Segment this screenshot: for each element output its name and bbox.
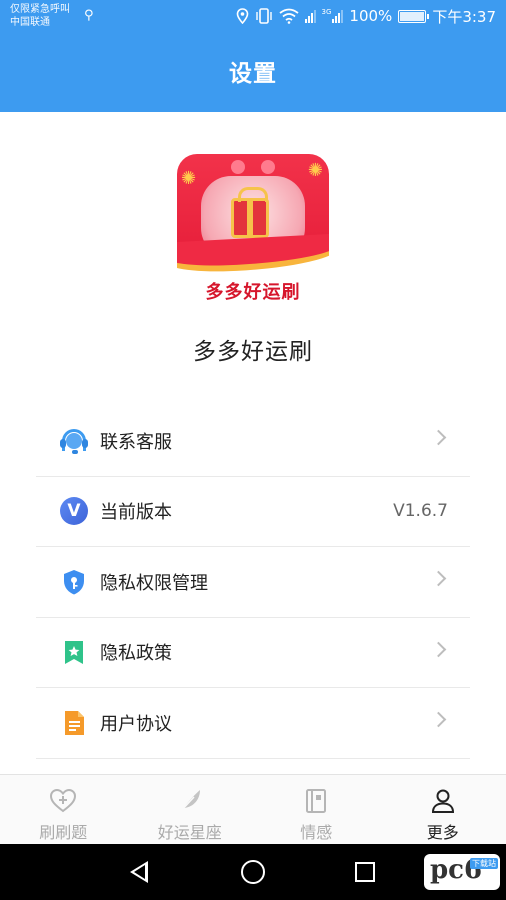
menu-item-label: 联系客服 — [100, 431, 172, 453]
signal-icon-1 — [304, 9, 316, 23]
carrier-info: 仅限紧急呼叫 中国联通 — [10, 3, 70, 29]
shield-icon — [60, 568, 88, 596]
status-right: 3G 100% 下午3:37 — [236, 5, 496, 27]
status-bar: 仅限紧急呼叫 中国联通 ⚲ 3G 100% 下午3:37 — [0, 0, 506, 34]
tab-label: 刷刷题 — [39, 823, 88, 842]
watermark-logo: pc6 下载站 — [424, 854, 500, 890]
app-name: 多多好运刷 — [193, 339, 313, 365]
tab-more[interactable]: 更多 — [380, 775, 506, 844]
watermark-sub: 下载站 — [470, 858, 498, 869]
menu-item-customer-service[interactable]: 联系客服 — [36, 406, 470, 477]
battery-percent: 100% — [349, 7, 393, 25]
menu-item-version[interactable]: V 当前版本 V1.6.7 — [36, 477, 470, 547]
header-bar: 仅限紧急呼叫 中国联通 ⚲ 3G 100% 下午3:37 设置 — [0, 0, 506, 112]
heart-plus-icon — [49, 787, 77, 815]
settings-list: 联系客服 V 当前版本 V1.6.7 隐私权限管理 隐私政策 用户协议 — [36, 406, 470, 759]
menu-item-label: 隐私权限管理 — [100, 572, 208, 594]
carrier-line-2: 中国联通 — [10, 17, 50, 28]
page-title: 设置 — [229, 61, 277, 87]
logo-ribbon — [177, 233, 329, 269]
chevron-right-icon — [430, 641, 447, 657]
bottom-tab-bar: 刷刷题 好运星座 情感 更多 — [0, 774, 506, 844]
gift-icon — [231, 187, 269, 238]
firework-icon: ✺ — [181, 168, 197, 189]
tab-horoscope[interactable]: 好运星座 — [127, 775, 254, 844]
signal-icon-2: 3G — [322, 9, 344, 23]
tab-emotion[interactable]: 情感 — [253, 775, 380, 844]
app-logo: ✺ ✺ 多多好运刷 — [177, 154, 329, 306]
document-icon — [60, 709, 88, 737]
firework-icon: ✺ — [307, 160, 323, 181]
menu-item-user-agreement[interactable]: 用户协议 — [36, 688, 470, 759]
battery-icon — [398, 9, 430, 23]
tab-label: 更多 — [426, 823, 459, 842]
chevron-right-icon — [430, 429, 447, 446]
book-icon — [302, 787, 330, 815]
customer-service-icon — [60, 427, 88, 455]
menu-item-label: 隐私政策 — [100, 643, 172, 665]
feather-icon — [176, 787, 204, 815]
chevron-right-icon — [430, 711, 447, 728]
network-type-label: 3G — [321, 8, 332, 16]
system-navigation-bar: pc6 下载站 — [0, 844, 506, 900]
menu-item-privacy-permissions[interactable]: 隐私权限管理 — [36, 547, 470, 618]
version-value: V1.6.7 — [393, 501, 448, 522]
logo-antenna — [261, 160, 275, 174]
vibrate-icon — [255, 8, 272, 24]
back-icon-inner — [134, 865, 145, 879]
location-icon — [236, 8, 248, 24]
usb-icon: ⚲ — [84, 8, 94, 23]
logo-antenna — [231, 160, 245, 174]
wifi-icon — [278, 8, 299, 24]
recent-apps-icon[interactable] — [355, 862, 375, 882]
person-icon — [429, 787, 457, 815]
bookmark-icon — [60, 638, 88, 666]
tab-questions[interactable]: 刷刷题 — [0, 775, 127, 844]
chevron-right-icon — [430, 570, 447, 587]
menu-item-label: 用户协议 — [100, 713, 172, 735]
menu-item-label: 当前版本 — [100, 502, 172, 524]
menu-item-privacy-policy[interactable]: 隐私政策 — [36, 618, 470, 688]
home-icon[interactable] — [241, 860, 265, 884]
clock: 下午3:37 — [432, 7, 496, 26]
carrier-line-1: 仅限紧急呼叫 — [10, 4, 70, 15]
tab-label: 好运星座 — [157, 823, 222, 842]
tab-label: 情感 — [300, 823, 333, 842]
version-icon: V — [60, 497, 88, 526]
logo-text: 多多好运刷 — [205, 282, 301, 303]
